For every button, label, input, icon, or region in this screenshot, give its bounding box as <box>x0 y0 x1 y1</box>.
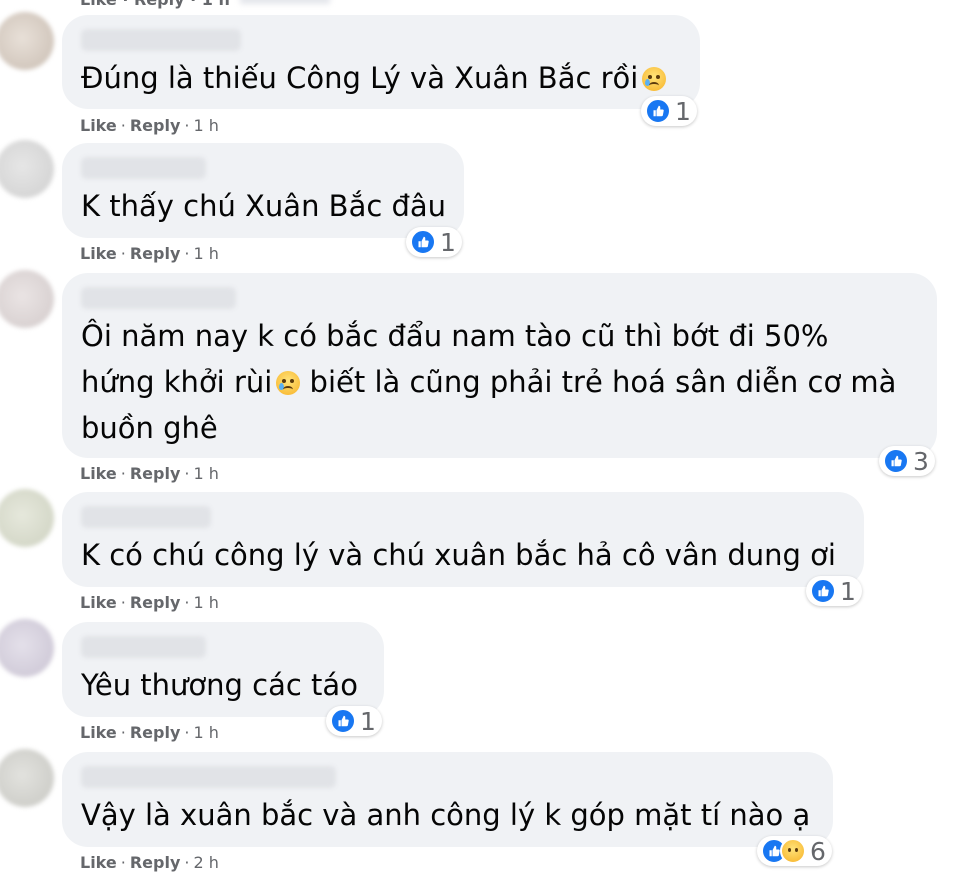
sad-tear-emoji <box>642 67 667 91</box>
like-reaction-icon <box>883 448 909 474</box>
like-link[interactable]: Like <box>80 723 117 742</box>
comment-text: K có chú công lý và chú xuân bắc hả cô v… <box>81 538 836 572</box>
avatar[interactable] <box>0 749 54 807</box>
like-reaction-icon <box>645 98 671 124</box>
reaction-count: 3 <box>913 446 929 476</box>
comment-time: 1 h <box>193 116 219 135</box>
reply-link[interactable]: Reply <box>130 593 181 612</box>
comment-bubble: Vậy là xuân bắc và anh công lý k góp mặt… <box>62 752 833 847</box>
reaction-summary[interactable]: 1 <box>806 576 862 606</box>
comment-text: Yêu thương các táo <box>81 668 358 702</box>
comment-bubble: Yêu thương các táo <box>62 622 384 717</box>
comment-time: 1 h <box>193 593 219 612</box>
like-reaction-icon <box>810 578 836 604</box>
avatar[interactable] <box>0 489 54 547</box>
reply-link[interactable]: Reply <box>134 0 185 9</box>
comment-text-line: hứng khởi rùi biết là cũng phải trẻ hoá … <box>81 365 897 399</box>
comment-text-line: buồn ghê <box>81 411 218 445</box>
reaction-count: 1 <box>840 576 856 606</box>
reaction-count: 6 <box>810 836 826 866</box>
commenter-name[interactable] <box>81 766 336 788</box>
reply-link[interactable]: Reply <box>130 116 181 135</box>
like-reaction-icon <box>330 708 356 734</box>
commenter-name[interactable] <box>81 636 206 658</box>
reaction-count: 1 <box>440 227 456 257</box>
comment-bubble: K có chú công lý và chú xuân bắc hả cô v… <box>62 492 864 587</box>
commenter-name[interactable] <box>81 29 241 51</box>
comment-time: 1 h <box>193 244 219 263</box>
comment-actions: Like · Reply · 1 h <box>80 244 219 263</box>
reaction-summary[interactable]: 3 <box>879 446 935 476</box>
comment-text: Vậy là xuân bắc và anh công lý k góp mặt… <box>81 798 811 832</box>
comment-time: 1 h <box>193 723 219 742</box>
comment-text: K thấy chú Xuân Bắc đâu <box>81 189 447 223</box>
like-link[interactable]: Like <box>80 244 117 263</box>
like-link[interactable]: Like <box>80 0 117 9</box>
avatar[interactable] <box>0 12 54 70</box>
like-reaction-icon <box>410 229 436 255</box>
sad-tear-emoji <box>276 371 301 395</box>
comment-text: Đúng là thiếu Công Lý và Xuân Bắc rồi <box>81 55 680 101</box>
reply-link[interactable]: Reply <box>130 464 181 483</box>
reply-link[interactable]: Reply <box>130 853 181 872</box>
comment-actions: Like · Reply · 2 h <box>80 853 219 872</box>
like-link[interactable]: Like <box>80 853 117 872</box>
reply-link[interactable]: Reply <box>130 723 181 742</box>
reply-link[interactable]: Reply <box>130 244 181 263</box>
reaction-summary[interactable]: 1 <box>641 96 697 126</box>
comment-bubble: Ôi năm nay k có bắc đẩu nam tào cũ thì b… <box>62 273 937 458</box>
reaction-count: 1 <box>360 706 376 736</box>
commenter-name[interactable] <box>81 287 236 309</box>
comment-time: 2 h <box>193 853 219 872</box>
comment-actions: Like · Reply · 1 h <box>80 723 219 742</box>
reaction-summary[interactable]: 1 <box>406 227 462 257</box>
previous-comment-actions: Like · Reply · 1 h <box>80 0 230 9</box>
reaction-summary[interactable]: 1 <box>326 706 382 736</box>
avatar[interactable] <box>0 270 54 328</box>
comment-actions: Like · Reply · 1 h <box>80 464 219 483</box>
blurred-reactions <box>240 0 330 4</box>
reaction-count: 1 <box>675 96 691 126</box>
avatar[interactable] <box>0 619 54 677</box>
comment-text-line: Ôi năm nay k có bắc đẩu nam tào cũ thì b… <box>81 319 829 353</box>
like-link[interactable]: Like <box>80 593 117 612</box>
reaction-summary[interactable]: 6 <box>757 836 832 866</box>
sad-reaction-icon <box>780 838 806 864</box>
comment-bubble: K thấy chú Xuân Bắc đâu <box>62 143 464 238</box>
comment-time: 1 h <box>193 464 219 483</box>
comment-actions: Like · Reply · 1 h <box>80 116 219 135</box>
like-link[interactable]: Like <box>80 116 117 135</box>
avatar[interactable] <box>0 140 54 198</box>
commenter-name[interactable] <box>81 506 211 528</box>
like-link[interactable]: Like <box>80 464 117 483</box>
commenter-name[interactable] <box>81 157 206 179</box>
comment-bubble: Đúng là thiếu Công Lý và Xuân Bắc rồi <box>62 15 700 109</box>
comment-time: 1 h <box>202 0 230 9</box>
comment-actions: Like · Reply · 1 h <box>80 593 219 612</box>
